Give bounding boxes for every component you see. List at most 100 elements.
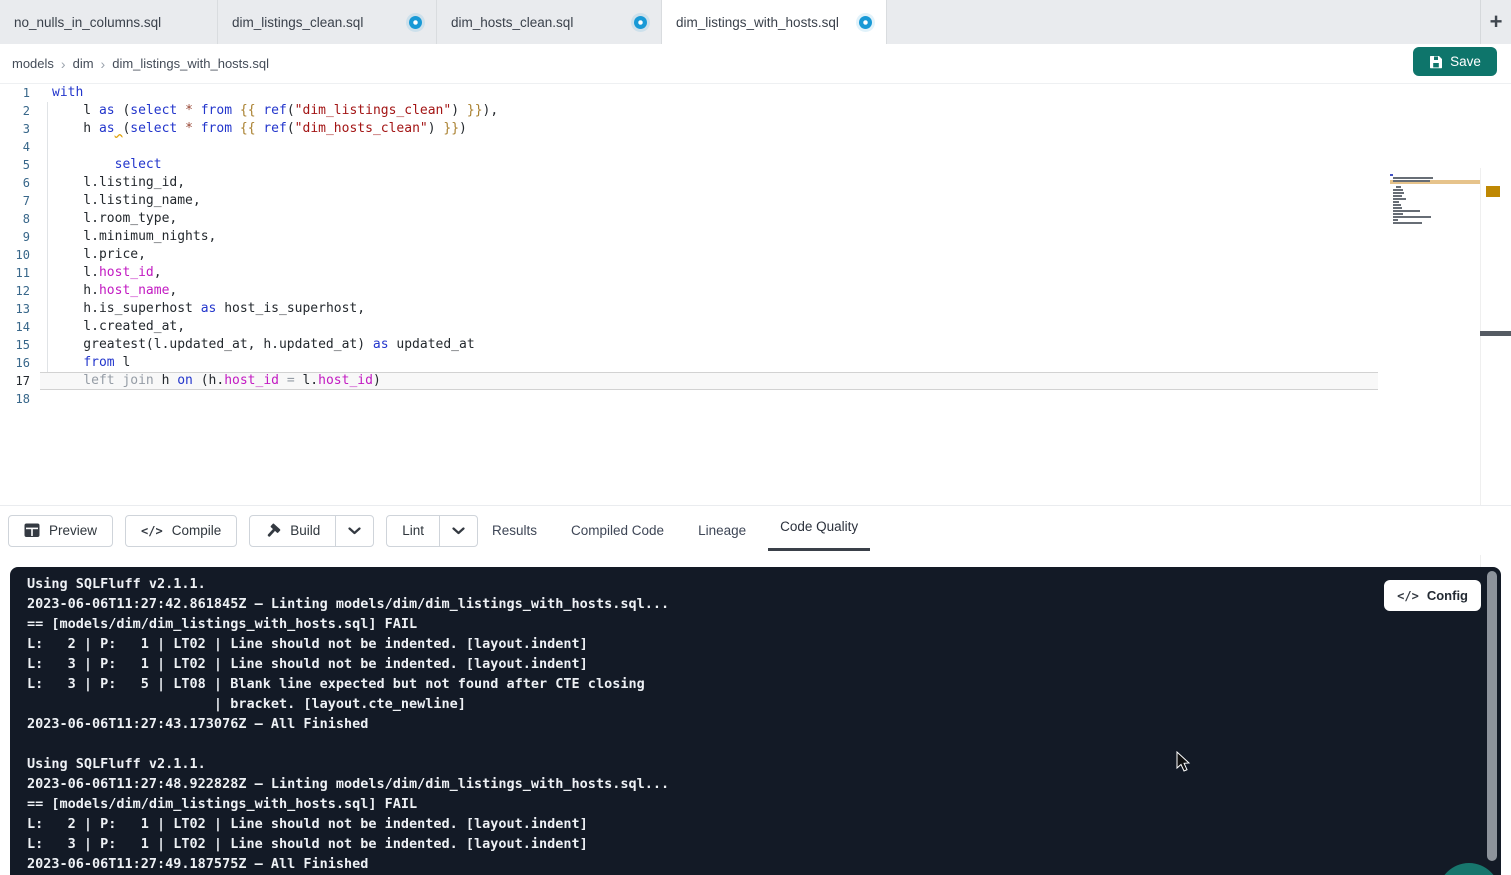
preview-button-label: Preview xyxy=(49,523,97,538)
help-button[interactable] xyxy=(1438,863,1500,875)
save-button-label: Save xyxy=(1450,54,1481,69)
code-line-4[interactable]: 4 xyxy=(0,138,1511,156)
config-button[interactable]: </> Config xyxy=(1384,580,1481,611)
line-number: 2 xyxy=(0,102,30,120)
code-line-8[interactable]: 8 l.room_type, xyxy=(0,210,1511,228)
terminal-line: 2023-06-06T11:27:42.861845Z — Linting mo… xyxy=(27,594,1371,614)
new-tab-button[interactable]: + xyxy=(1480,0,1511,44)
save-button[interactable]: Save xyxy=(1413,47,1497,76)
preview-button[interactable]: Preview xyxy=(8,515,113,547)
tab-lineage[interactable]: Lineage xyxy=(698,505,746,555)
tab-label: dim_hosts_clean.sql xyxy=(451,15,573,30)
code-editor[interactable]: 1with2 l as (select * from {{ ref("dim_l… xyxy=(0,84,1511,505)
result-panel-tabs: Results Compiled Code Lineage Code Quali… xyxy=(492,505,858,555)
code-text: l.minimum_nights, xyxy=(52,228,216,246)
code-line-1[interactable]: 1with xyxy=(0,84,1511,102)
line-number: 14 xyxy=(0,318,30,336)
tab-dim-hosts-clean[interactable]: dim_hosts_clean.sql xyxy=(437,0,662,44)
terminal-line: L: 2 | P: 1 | LT02 | Line should not be … xyxy=(27,634,1371,654)
terminal-line: 2023-06-06T11:27:49.187575Z — All Finish… xyxy=(27,854,1371,874)
breadcrumb-item[interactable]: dim_listings_with_hosts.sql xyxy=(112,56,269,71)
terminal-line xyxy=(27,734,1371,754)
unsaved-changes-icon xyxy=(859,16,872,29)
terminal-output: Using SQLFluff v2.1.1.2023-06-06T11:27:4… xyxy=(27,574,1371,874)
lint-button-label: Lint xyxy=(402,523,424,538)
table-icon xyxy=(24,523,40,538)
terminal-line: == [models/dim/dim_listings_with_hosts.s… xyxy=(27,794,1371,814)
code-line-5[interactable]: 5 select xyxy=(0,156,1511,174)
code-line-17[interactable]: 17 left join h on (h.host_id = l.host_id… xyxy=(0,372,1511,390)
code-line-13[interactable]: 13 h.is_superhost as host_is_superhost, xyxy=(0,300,1511,318)
code-icon: </> xyxy=(1397,589,1419,603)
compile-button[interactable]: </> Compile xyxy=(125,515,237,547)
line-number: 18 xyxy=(0,390,30,408)
code-line-18[interactable]: 18 xyxy=(0,390,1511,408)
hammer-icon xyxy=(265,523,281,539)
build-button[interactable]: Build xyxy=(250,516,335,546)
code-text: left join h on (h.host_id = l.host_id) xyxy=(52,372,381,390)
build-button-label: Build xyxy=(290,523,320,538)
terminal-line: L: 3 | P: 1 | LT02 | Line should not be … xyxy=(27,654,1371,674)
code-text: l.created_at, xyxy=(52,318,185,336)
open-file-tabs: no_nulls_in_columns.sql dim_listings_clea… xyxy=(0,0,887,44)
code-line-3[interactable]: 3 h as (select * from {{ ref("dim_hosts_… xyxy=(0,120,1511,138)
tab-results[interactable]: Results xyxy=(492,505,537,555)
code-line-7[interactable]: 7 l.listing_name, xyxy=(0,192,1511,210)
terminal-line: L: 3 | P: 1 | LT02 | Line should not be … xyxy=(27,834,1371,854)
line-number: 6 xyxy=(0,174,30,192)
line-number: 17 xyxy=(0,372,30,390)
tab-code-quality[interactable]: Code Quality xyxy=(780,505,858,555)
lint-button[interactable]: Lint xyxy=(387,516,439,546)
minimap-line xyxy=(1390,225,1482,228)
code-text: h as (select * from {{ ref("dim_hosts_cl… xyxy=(52,120,467,138)
config-button-label: Config xyxy=(1427,588,1468,603)
minimap[interactable] xyxy=(1390,174,1482,228)
line-number: 16 xyxy=(0,354,30,372)
line-number: 12 xyxy=(0,282,30,300)
tab-dim-listings-with-hosts[interactable]: dim_listings_with_hosts.sql xyxy=(662,0,887,44)
lint-output-terminal: Using SQLFluff v2.1.1.2023-06-06T11:27:4… xyxy=(10,567,1501,875)
line-number: 3 xyxy=(0,120,30,138)
code-text: l.host_id, xyxy=(52,264,162,282)
tab-no-nulls-in-columns[interactable]: no_nulls_in_columns.sql xyxy=(0,0,218,44)
code-text: from l xyxy=(52,354,130,372)
code-text: greatest(l.updated_at, h.updated_at) as … xyxy=(52,336,475,354)
terminal-line: Using SQLFluff v2.1.1. xyxy=(27,754,1371,774)
terminal-line: L: 2 | P: 1 | LT02 | Line should not be … xyxy=(27,814,1371,834)
code-line-6[interactable]: 6 l.listing_id, xyxy=(0,174,1511,192)
editor-tab-bar: no_nulls_in_columns.sql dim_listings_clea… xyxy=(0,0,1511,44)
terminal-line: == [models/dim/dim_listings_with_hosts.s… xyxy=(27,614,1371,634)
line-number: 4 xyxy=(0,138,30,156)
code-line-9[interactable]: 9 l.minimum_nights, xyxy=(0,228,1511,246)
build-split-button: Build xyxy=(249,515,374,547)
terminal-line: Using SQLFluff v2.1.1. xyxy=(27,574,1371,594)
tab-label: no_nulls_in_columns.sql xyxy=(14,15,161,30)
code-line-15[interactable]: 15 greatest(l.updated_at, h.updated_at) … xyxy=(0,336,1511,354)
breadcrumb-separator-icon: › xyxy=(101,56,106,72)
code-line-14[interactable]: 14 l.created_at, xyxy=(0,318,1511,336)
unsaved-changes-icon xyxy=(409,16,422,29)
terminal-line: 2023-06-06T11:27:43.173076Z — All Finish… xyxy=(27,714,1371,734)
code-text: h.is_superhost as host_is_superhost, xyxy=(52,300,365,318)
breadcrumb-item[interactable]: dim xyxy=(73,56,94,71)
code-line-11[interactable]: 11 l.host_id, xyxy=(0,264,1511,282)
compile-button-label: Compile xyxy=(172,523,222,538)
code-line-10[interactable]: 10 l.price, xyxy=(0,246,1511,264)
code-text: l.listing_id, xyxy=(52,174,185,192)
line-number: 10 xyxy=(0,246,30,264)
line-number: 7 xyxy=(0,192,30,210)
line-number: 9 xyxy=(0,228,30,246)
lint-dropdown-button[interactable] xyxy=(439,516,477,546)
code-line-16[interactable]: 16 from l xyxy=(0,354,1511,372)
code-line-12[interactable]: 12 h.host_name, xyxy=(0,282,1511,300)
line-number: 11 xyxy=(0,264,30,282)
line-number: 1 xyxy=(0,84,30,102)
terminal-scrollbar[interactable] xyxy=(1487,571,1497,861)
build-dropdown-button[interactable] xyxy=(335,516,373,546)
breadcrumb-item[interactable]: models xyxy=(12,56,54,71)
overview-ruler-cursor-marker xyxy=(1480,331,1511,336)
tab-dim-listings-clean[interactable]: dim_listings_clean.sql xyxy=(218,0,437,44)
unsaved-changes-icon xyxy=(634,16,647,29)
code-line-2[interactable]: 2 l as (select * from {{ ref("dim_listin… xyxy=(0,102,1511,120)
tab-compiled-code[interactable]: Compiled Code xyxy=(571,505,664,555)
